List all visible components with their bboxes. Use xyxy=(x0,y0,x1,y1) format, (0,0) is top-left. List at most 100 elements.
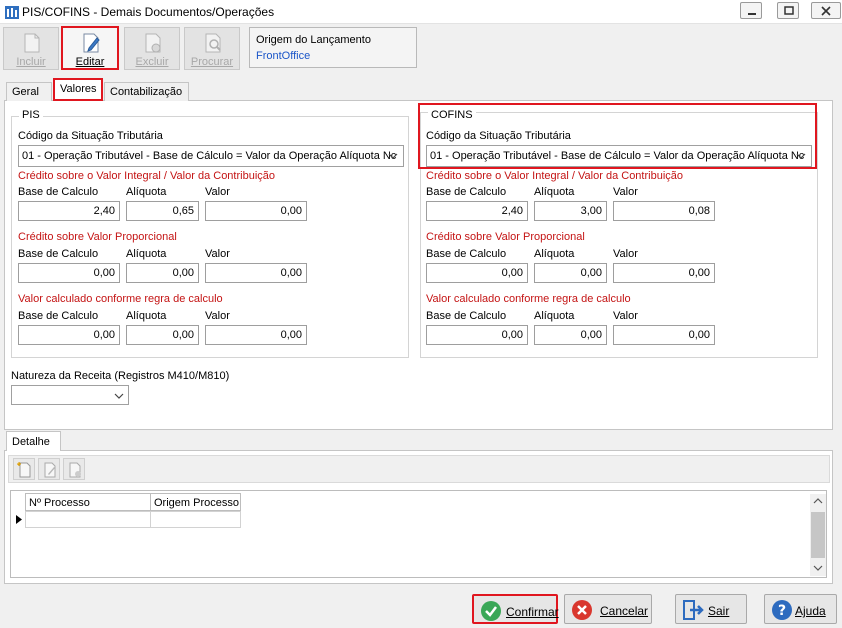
cancel-icon xyxy=(572,600,592,620)
svg-text:?: ? xyxy=(778,603,786,619)
close-button[interactable] xyxy=(811,2,841,19)
confirmar-button[interactable]: Confirmar xyxy=(472,594,559,624)
ajuda-button[interactable]: ? Ajuda xyxy=(764,594,837,624)
cofins-integral-title: Crédito sobre o Valor Integral / Valor d… xyxy=(426,170,684,182)
pis-proporcional-aliquota-input[interactable]: 0,00 xyxy=(126,263,199,283)
detalhe-toolbar xyxy=(8,455,830,483)
detalhe-edit-button[interactable] xyxy=(38,458,60,480)
pis-group-title: PIS xyxy=(19,109,43,121)
cofins-integral-aliquota-input[interactable]: 3,00 xyxy=(534,201,607,221)
tab-contabilizacao[interactable]: Contabilização xyxy=(104,82,189,101)
pis-calculado-base-input[interactable]: 0,00 xyxy=(18,325,120,345)
pis-integral-valor-input[interactable]: 0,00 xyxy=(205,201,307,221)
minimize-icon xyxy=(748,13,756,15)
cofins-cst-value: 01 - Operação Tributável - Base de Cálcu… xyxy=(430,150,805,162)
detalhe-add-button[interactable] xyxy=(13,458,35,480)
edit-icon xyxy=(83,33,100,53)
pis-calculado-title: Valor calculado conforme regra de calcul… xyxy=(18,293,223,305)
cofins-calculado-aliquota-label: Alíquota xyxy=(534,310,575,322)
chevron-down-icon xyxy=(388,153,398,159)
pis-proporcional-base-label: Base de Calculo xyxy=(18,248,99,260)
pis-integral-valor-label: Valor xyxy=(205,186,230,198)
pis-calculado-valor-label: Valor xyxy=(205,310,230,322)
cofins-proporcional-base-label: Base de Calculo xyxy=(426,248,507,260)
tab-detalhe[interactable]: Detalhe xyxy=(6,431,61,451)
excluir-button[interactable]: Excluir xyxy=(124,27,180,70)
cofins-integral-base-input[interactable]: 2,40 xyxy=(426,201,528,221)
table-cell[interactable] xyxy=(150,511,241,528)
new-document-icon xyxy=(24,33,40,53)
cofins-integral-valor-input[interactable]: 0,08 xyxy=(613,201,715,221)
new-document-icon xyxy=(17,462,31,478)
delete-document-icon xyxy=(145,33,161,53)
pis-proporcional-valor-input[interactable]: 0,00 xyxy=(205,263,307,283)
natureza-receita-label: Natureza da Receita (Registros M410/M810… xyxy=(11,370,230,382)
cofins-calculado-valor-label: Valor xyxy=(613,310,638,322)
pis-integral-base-input[interactable]: 2,40 xyxy=(18,201,120,221)
confirmar-label: Confirmar xyxy=(506,605,559,619)
close-icon xyxy=(821,6,831,16)
table-cell[interactable] xyxy=(25,511,151,528)
editar-button[interactable]: Editar xyxy=(61,26,119,70)
pis-cst-label: Código da Situação Tributária xyxy=(18,130,163,142)
scroll-up-icon[interactable] xyxy=(813,497,823,505)
cofins-proporcional-base-input[interactable]: 0,00 xyxy=(426,263,528,283)
incluir-label: Incluir xyxy=(16,56,46,68)
scrollbar-thumb[interactable] xyxy=(811,512,825,558)
chevron-down-icon xyxy=(796,153,806,159)
pis-calculado-aliquota-input[interactable]: 0,00 xyxy=(126,325,199,345)
excluir-label: Excluir xyxy=(135,56,169,68)
sair-button[interactable]: Sair xyxy=(675,594,747,624)
delete-document-icon xyxy=(69,462,81,478)
exit-icon xyxy=(683,600,704,620)
minimize-button[interactable] xyxy=(740,2,762,19)
column-header-origem-processo[interactable]: Origem Processo xyxy=(150,493,241,511)
sair-label: Sair xyxy=(708,604,730,618)
help-icon: ? xyxy=(772,600,792,620)
cofins-calculado-base-label: Base de Calculo xyxy=(426,310,507,322)
procurar-label: Procurar xyxy=(190,56,234,68)
natureza-receita-select[interactable] xyxy=(11,385,129,405)
pis-proporcional-base-input[interactable]: 0,00 xyxy=(18,263,120,283)
column-header-nprocesso[interactable]: Nº Processo xyxy=(25,493,151,511)
chevron-down-icon xyxy=(114,393,124,399)
cofins-cst-select[interactable]: 01 - Operação Tributável - Base de Cálcu… xyxy=(426,145,812,167)
pis-integral-aliquota-label: Alíquota xyxy=(126,186,167,198)
cofins-calculado-valor-input[interactable]: 0,00 xyxy=(613,325,715,345)
pis-cst-select[interactable]: 01 - Operação Tributável - Base de Cálcu… xyxy=(18,145,404,167)
cofins-calculado-title: Valor calculado conforme regra de calcul… xyxy=(426,293,631,305)
cofins-group-title: COFINS xyxy=(428,109,476,121)
maximize-button[interactable] xyxy=(777,2,799,19)
cofins-proporcional-aliquota-label: Alíquota xyxy=(534,248,575,260)
incluir-button[interactable]: Incluir xyxy=(3,27,59,70)
cofins-proporcional-valor-label: Valor xyxy=(613,248,638,260)
pis-cst-value: 01 - Operação Tributável - Base de Cálcu… xyxy=(22,150,397,162)
maximize-icon xyxy=(784,6,794,15)
ajuda-label: Ajuda xyxy=(795,604,826,618)
editar-label: Editar xyxy=(75,56,105,68)
cofins-proporcional-aliquota-input[interactable]: 0,00 xyxy=(534,263,607,283)
pis-integral-aliquota-input[interactable]: 0,65 xyxy=(126,201,199,221)
cofins-calculado-aliquota-input[interactable]: 0,00 xyxy=(534,325,607,345)
window-title: PIS/COFINS - Demais Documentos/Operações xyxy=(22,5,275,19)
search-document-icon xyxy=(205,33,221,53)
cofins-integral-aliquota-label: Alíquota xyxy=(534,186,575,198)
origem-value: FrontOffice xyxy=(256,50,311,62)
pis-calculado-valor-input[interactable]: 0,00 xyxy=(205,325,307,345)
cofins-calculado-base-input[interactable]: 0,00 xyxy=(426,325,528,345)
pis-calculado-aliquota-label: Alíquota xyxy=(126,310,167,322)
scroll-down-icon[interactable] xyxy=(813,564,823,572)
origem-lancamento-box: Origem do Lançamento FrontOffice xyxy=(249,27,417,68)
cofins-cst-label: Código da Situação Tributária xyxy=(426,130,571,142)
row-indicator-icon xyxy=(16,515,22,524)
tab-geral[interactable]: Geral xyxy=(6,82,52,101)
cancelar-button[interactable]: Cancelar xyxy=(564,594,652,624)
pis-integral-base-label: Base de Calculo xyxy=(18,186,99,198)
pis-calculado-base-label: Base de Calculo xyxy=(18,310,99,322)
procurar-button[interactable]: Procurar xyxy=(184,27,240,70)
cofins-proporcional-valor-input[interactable]: 0,00 xyxy=(613,263,715,283)
tab-valores[interactable]: Valores xyxy=(53,78,103,101)
cofins-integral-base-label: Base de Calculo xyxy=(426,186,507,198)
cofins-integral-valor-label: Valor xyxy=(613,186,638,198)
detalhe-delete-button[interactable] xyxy=(63,458,85,480)
